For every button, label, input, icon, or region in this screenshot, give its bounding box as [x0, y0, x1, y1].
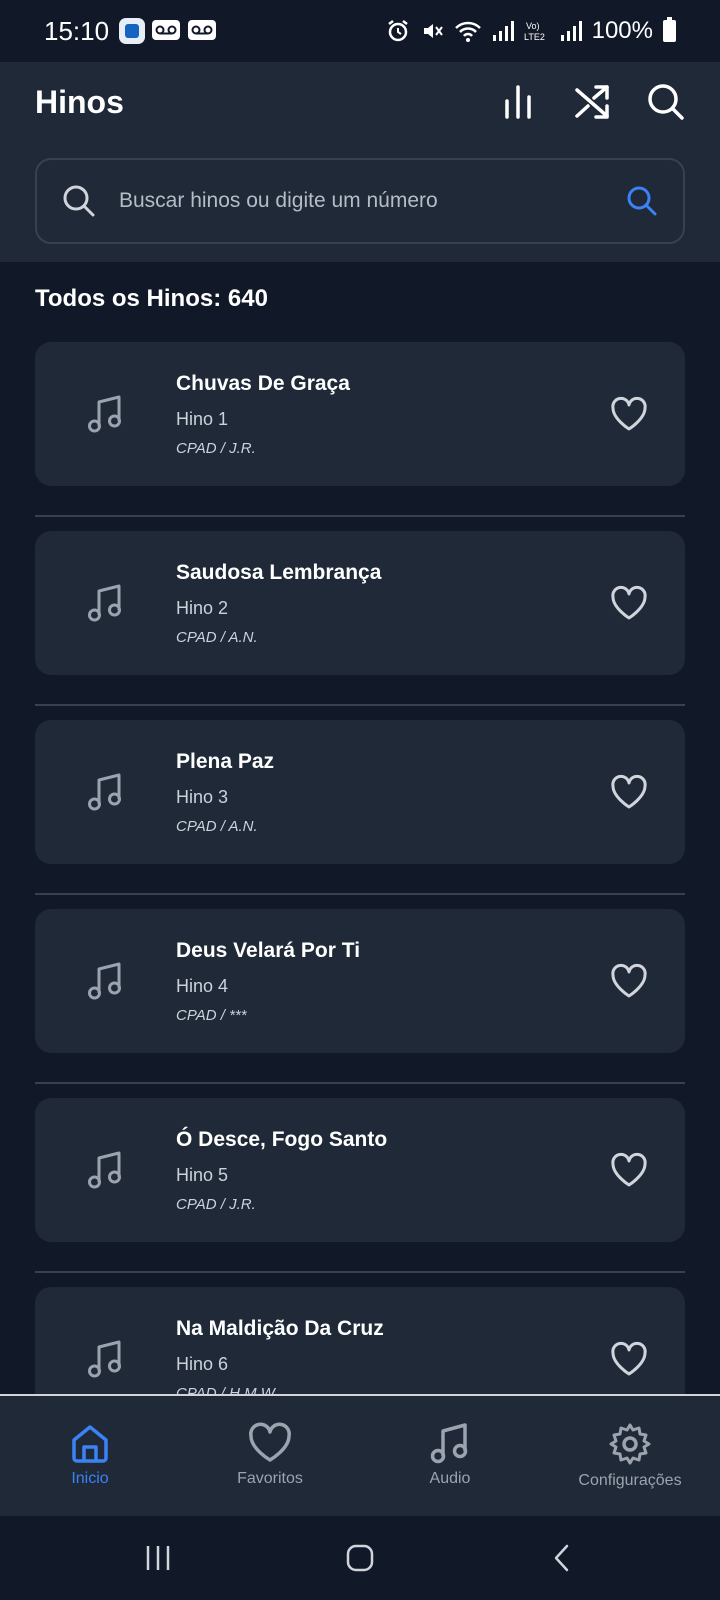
hymn-author: CPAD / H.M.W. — [176, 1385, 279, 1394]
list-item[interactable]: Plena Paz Hino 3 CPAD / A.N. — [35, 720, 685, 864]
heart-icon — [249, 1422, 291, 1462]
recent-apps-button[interactable] — [136, 1538, 180, 1578]
home-icon — [72, 1425, 108, 1463]
signal-icon — [560, 21, 582, 41]
music-note-icon — [88, 395, 121, 433]
svg-text:LTE2: LTE2 — [524, 32, 545, 42]
shuffle-icon — [575, 85, 609, 119]
list-item[interactable]: Deus Velará Por Ti Hino 4 CPAD / *** — [35, 909, 685, 1053]
favorite-heart-icon[interactable] — [609, 583, 649, 623]
search-icon — [63, 185, 95, 217]
music-note-icon — [88, 1340, 121, 1378]
nav-item-audio[interactable]: Audio — [360, 1396, 540, 1516]
lte-icon: Vo)LTE2 — [524, 21, 545, 42]
voicemail-icon — [152, 20, 181, 40]
hymn-number: Hino 4 — [176, 976, 229, 996]
nav-label: Configurações — [578, 1472, 682, 1489]
svg-text:Vo): Vo) — [526, 21, 540, 31]
favorite-heart-icon[interactable] — [609, 1150, 649, 1190]
alarm-icon — [387, 20, 408, 42]
back-icon — [554, 1544, 569, 1572]
hymn-title: Chuvas De Graça — [176, 372, 350, 395]
search-submit-icon[interactable] — [627, 186, 657, 216]
bar-chart-icon — [505, 85, 531, 119]
home-button[interactable] — [338, 1538, 382, 1578]
nav-item-configuracoes[interactable]: Configurações — [540, 1396, 720, 1516]
search-button[interactable] — [644, 80, 688, 124]
back-button[interactable] — [540, 1538, 584, 1578]
mute-icon — [423, 24, 443, 38]
music-note-icon — [88, 773, 121, 811]
hymn-list[interactable]: Chuvas De Graça Hino 1 CPAD / J.R. Saudo… — [0, 342, 720, 1394]
music-note-icon — [88, 584, 121, 622]
nav-item-inicio[interactable]: Inicio — [0, 1396, 180, 1516]
nav-item-favoritos[interactable]: Favoritos — [180, 1396, 360, 1516]
signal-icon — [492, 21, 514, 41]
nav-label: Favoritos — [237, 1470, 303, 1487]
hymn-author: CPAD / J.R. — [176, 440, 256, 457]
list-item[interactable]: Saudosa Lembrança Hino 2 CPAD / A.N. — [35, 531, 685, 675]
music-note-icon — [88, 962, 121, 1000]
hymn-number: Hino 2 — [176, 598, 229, 618]
hymn-title: Plena Paz — [176, 750, 275, 773]
hymn-number: Hino 3 — [176, 787, 229, 807]
hymn-title: Ó Desce, Fogo Santo — [176, 1128, 388, 1151]
hymn-number: Hino 5 — [176, 1165, 229, 1185]
favorite-heart-icon[interactable] — [609, 772, 649, 812]
divider — [35, 1082, 685, 1084]
recent-apps-icon — [146, 1546, 170, 1570]
header-actions — [496, 80, 688, 124]
list-item[interactable]: Na Maldição Da Cruz Hino 6 CPAD / H.M.W. — [35, 1287, 685, 1394]
search-icon — [648, 84, 684, 120]
nav-label: Audio — [429, 1470, 471, 1487]
home-circle-icon — [346, 1544, 374, 1572]
shuffle-button[interactable] — [570, 80, 614, 124]
notification-icons — [119, 18, 217, 44]
divider — [35, 515, 685, 517]
app-notification-icon — [119, 18, 146, 44]
gear-icon — [609, 1423, 651, 1465]
hymn-author: CPAD / A.N. — [176, 818, 258, 835]
app-header: Hinos Buscar hinos ou digite um número — [0, 62, 720, 262]
system-status-icons: Vo) LTE2 100% — [386, 17, 676, 45]
hymn-title: Na Maldição Da Cruz — [176, 1317, 384, 1340]
list-item[interactable]: Chuvas De Graça Hino 1 CPAD / J.R. — [35, 342, 685, 486]
wifi-icon — [454, 21, 481, 42]
hymn-author: CPAD / A.N. — [176, 629, 258, 646]
system-navigation-bar — [0, 1516, 720, 1600]
hymn-author: CPAD / *** — [176, 1007, 247, 1024]
section-title: Todos os Hinos: 640 — [35, 285, 268, 312]
list-item[interactable]: Ó Desce, Fogo Santo Hino 5 CPAD / J.R. — [35, 1098, 685, 1242]
divider — [35, 704, 685, 706]
page-title: Hinos — [35, 84, 124, 120]
favorite-heart-icon[interactable] — [609, 394, 649, 434]
equalizer-button[interactable] — [496, 80, 540, 124]
hymn-title: Saudosa Lembrança — [176, 561, 382, 584]
search-placeholder: Buscar hinos ou digite um número — [119, 189, 438, 212]
music-note-icon — [430, 1423, 468, 1464]
battery-level: 100% — [591, 17, 653, 44]
hymn-number: Hino 1 — [176, 409, 229, 429]
nav-label: Inicio — [71, 1470, 109, 1487]
hymn-author: CPAD / J.R. — [176, 1196, 256, 1213]
bottom-nav: Inicio Favoritos Audio Configurações — [0, 1394, 720, 1516]
music-note-icon — [88, 1151, 121, 1189]
status-bar: 15:10 Vo) LTE2 100% — [0, 0, 720, 62]
hymn-number: Hino 6 — [176, 1354, 229, 1374]
favorite-heart-icon[interactable] — [609, 961, 649, 1001]
battery-icon — [663, 17, 676, 42]
search-input[interactable]: Buscar hinos ou digite um número — [35, 158, 685, 244]
status-time: 15:10 — [44, 15, 110, 46]
hymn-title: Deus Velará Por Ti — [176, 939, 361, 962]
voicemail-icon — [188, 20, 217, 40]
favorite-heart-icon[interactable] — [609, 1339, 649, 1379]
divider — [35, 1271, 685, 1273]
divider — [35, 893, 685, 895]
